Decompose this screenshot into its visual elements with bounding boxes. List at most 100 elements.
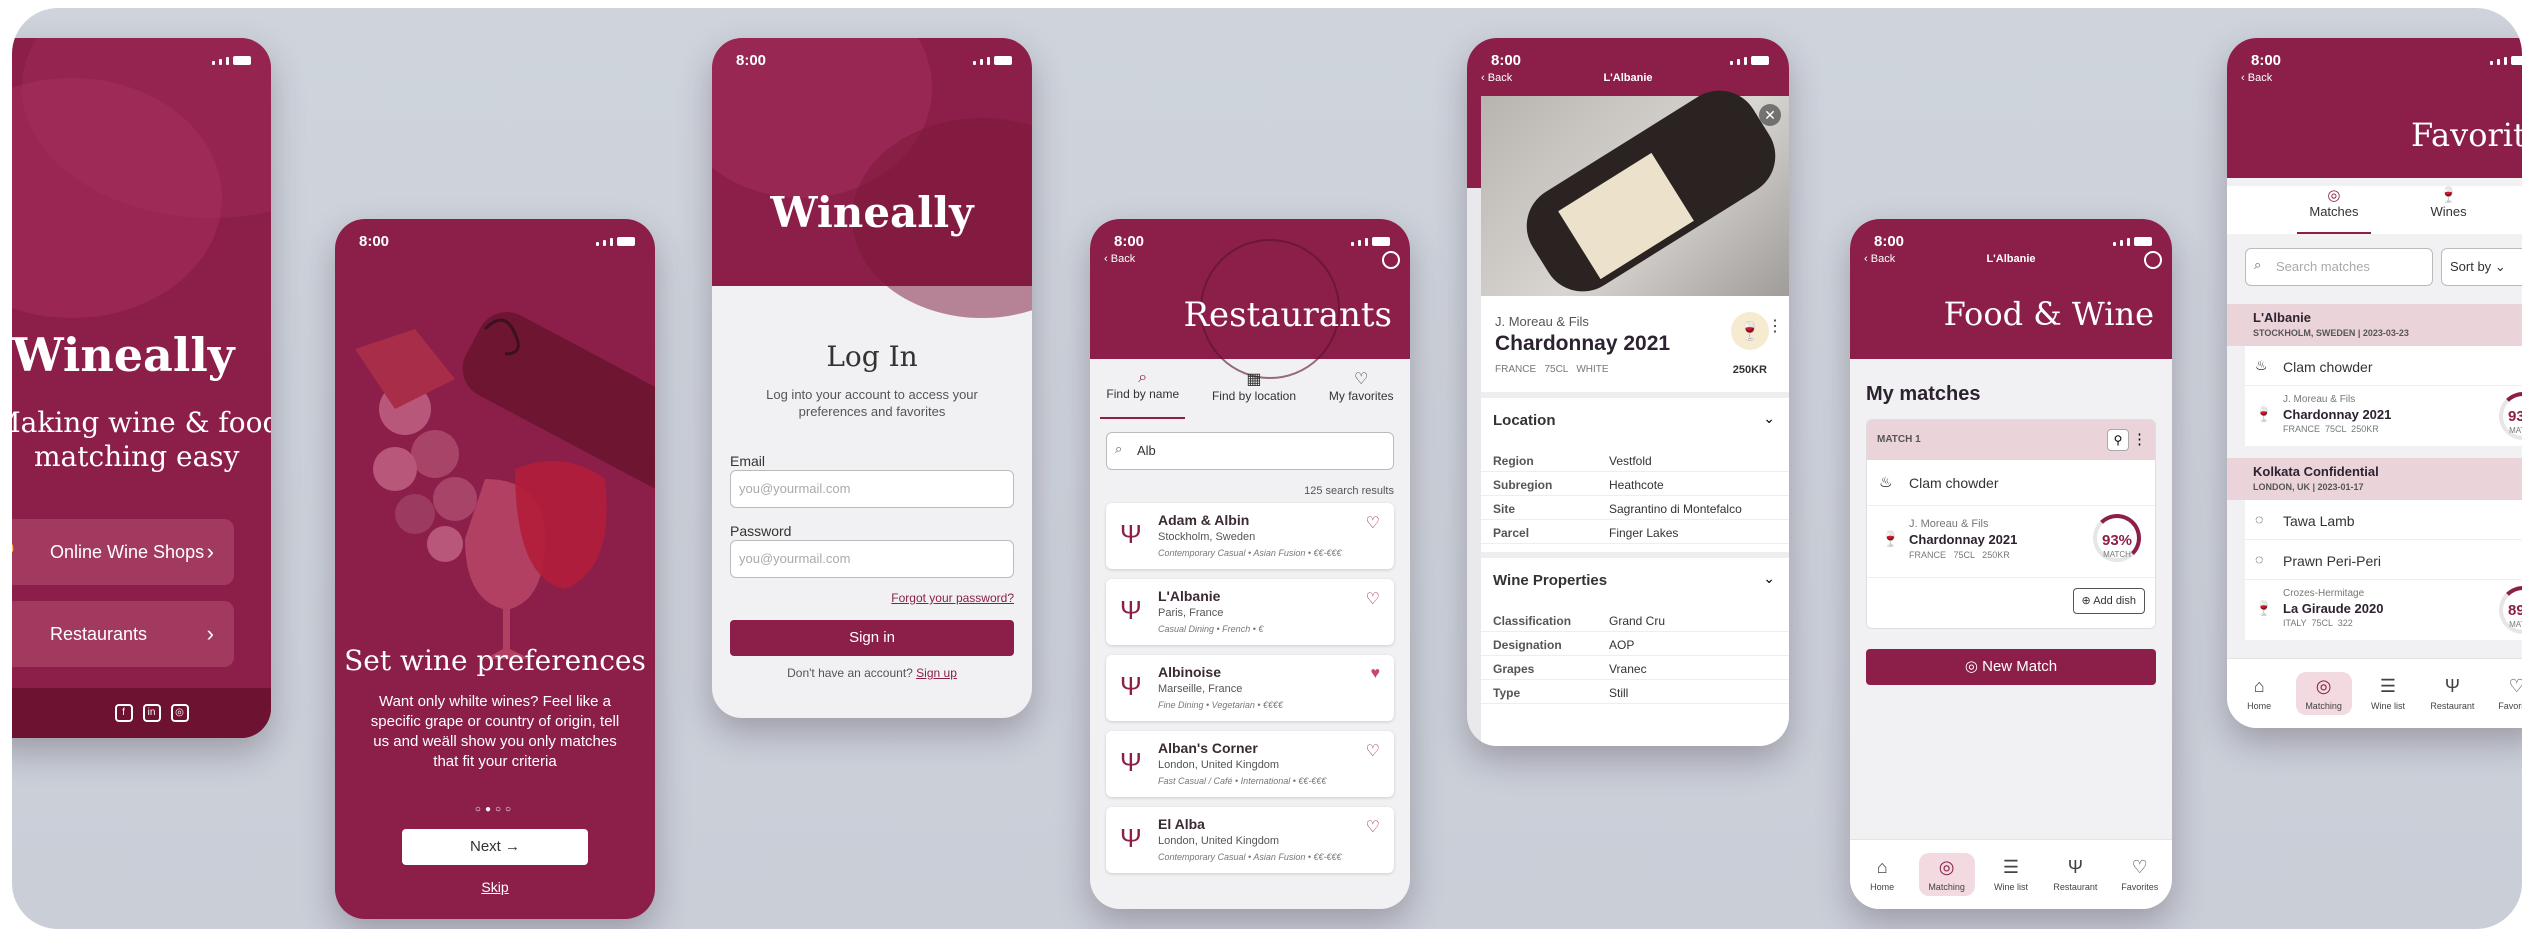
online-wine-shops-button[interactable]: 🧺 Online Wine Shops › xyxy=(12,519,234,585)
map-icon: ▦ xyxy=(1246,371,1262,388)
dish-name: Tawa Lamb xyxy=(2283,513,2355,529)
heart-outline-icon[interactable]: ♡ xyxy=(1366,817,1380,837)
back-button[interactable]: ‹ Back xyxy=(2241,72,2272,84)
new-match-button[interactable]: ◎ New Match xyxy=(1866,649,2156,685)
onboarding-title: Set wine preferences xyxy=(344,644,646,677)
row-key: Classification xyxy=(1493,614,1572,628)
tab-find-by-name[interactable]: ⌕ Find by name xyxy=(1100,369,1186,419)
row-key: Region xyxy=(1493,454,1534,468)
producer-name: Crozes-Hermitage xyxy=(2283,588,2365,599)
nav-home[interactable]: ⌂ Home xyxy=(2231,676,2287,711)
login-subtitle: Log into your account to access your pre… xyxy=(766,387,978,419)
restaurant-card[interactable]: Ψ Albinoise Marseille, France Fine Dining •… xyxy=(1106,655,1394,721)
restaurant-meta: Contemporary Casual • Asian Fusion • €€-… xyxy=(1158,852,1342,862)
heart-outline-icon[interactable]: ♡ xyxy=(1366,513,1380,533)
page-dot-active[interactable]: ● xyxy=(485,804,495,815)
heart-outline-icon[interactable]: ♡ xyxy=(1366,589,1380,609)
restaurant-card[interactable]: Ψ Adam & Albin Stockholm, Sweden Contempora… xyxy=(1106,503,1394,569)
wine-glass-icon: 🍷 xyxy=(2255,406,2273,422)
tab-find-by-location[interactable]: ▦ Find by location xyxy=(1206,369,1302,419)
wine-name: Chardonnay 2021 xyxy=(1495,332,1671,355)
next-button[interactable]: Next → xyxy=(402,829,588,865)
search-input[interactable]: ⌕ Search matches xyxy=(2245,248,2433,286)
back-label: Back xyxy=(1110,253,1136,265)
email-field[interactable]: you@yourmail.com xyxy=(730,470,1014,508)
tab-matches[interactable]: ◎ Matches xyxy=(2297,186,2371,234)
user-icon[interactable] xyxy=(2144,251,2162,269)
chevron-down-icon[interactable]: ⌄ xyxy=(1763,410,1775,427)
nav-wine-list[interactable]: ☰ Wine list xyxy=(2360,676,2416,711)
nav-label: Restaurant xyxy=(2430,701,2475,711)
arrow-right-icon: → xyxy=(505,838,520,855)
login-title: Log In xyxy=(826,340,918,373)
password-field[interactable]: you@yourmail.com xyxy=(730,540,1014,578)
heart-filled-icon[interactable]: ♥ xyxy=(1371,665,1381,683)
tab-wines[interactable]: 🍷 Wines xyxy=(2419,186,2479,234)
more-icon[interactable]: ⋮ xyxy=(2132,430,2147,448)
heart-outline-icon[interactable]: ♡ xyxy=(1366,741,1380,761)
nav-home[interactable]: ⌂ Home xyxy=(1854,857,1910,892)
restaurant-meta: Fast Casual / Café • International • €€-… xyxy=(1158,776,1327,786)
bottom-nav: ⌂ Home ◎ Matching ☰ Wine list Ψ Restaurant ♡… xyxy=(1850,839,2172,909)
restaurants-button[interactable]: 🍴 Restaurants › xyxy=(12,601,234,667)
match-percentage: 93%MATCH xyxy=(2093,533,2141,562)
restaurant-name: Alban's Corner xyxy=(1158,740,1258,756)
page-dot[interactable]: ○ xyxy=(475,804,485,815)
restaurant-name: El Alba xyxy=(1158,816,1205,832)
chevron-down-icon[interactable]: ⌄ xyxy=(1763,570,1775,587)
more-icon[interactable]: ⋮ xyxy=(1767,316,1783,336)
match-percentage: 89%MATCH xyxy=(2499,603,2522,632)
fork-knife-icon: Ψ xyxy=(1120,519,1142,549)
sort-select[interactable]: Sort by ⌄ xyxy=(2441,248,2522,286)
nav-label: Favorites xyxy=(2121,882,2159,892)
skip-link[interactable]: Skip xyxy=(335,879,655,895)
close-icon[interactable]: ✕ xyxy=(1759,104,1781,126)
match-word: MATCH xyxy=(2103,550,2131,559)
dish-icon: ◌ xyxy=(2255,511,2264,527)
nav-restaurant[interactable]: Ψ Restaurant xyxy=(2047,857,2103,892)
match-header: MATCH 1 ⚲ ⋮ xyxy=(1867,420,2155,460)
page-dot[interactable]: ○ xyxy=(495,804,505,815)
wine-specs: FRANCE 75CL 250KR xyxy=(2283,424,2379,434)
restaurant-icon: Ψ xyxy=(2444,676,2460,696)
sign-up-link[interactable]: Sign up xyxy=(916,666,957,680)
nav-restaurant[interactable]: Ψ Restaurant xyxy=(2424,676,2480,711)
search-input[interactable]: ⌕ Alb xyxy=(1106,432,1394,470)
heart-icon: ♡ xyxy=(2508,676,2522,696)
forgot-password-link[interactable]: Forgot your password? xyxy=(891,591,1014,605)
nav-label: Matching xyxy=(1928,882,1965,892)
user-icon[interactable] xyxy=(1382,251,1400,269)
group-name: L'Albanie xyxy=(2253,310,2311,325)
add-dish-label: Add dish xyxy=(2093,595,2136,607)
page-dot[interactable]: ○ xyxy=(505,804,515,815)
dish-name: Clam chowder xyxy=(1909,475,1999,491)
linkedin-icon[interactable]: in xyxy=(142,704,161,722)
basket-icon: 🧺 xyxy=(12,540,15,565)
sign-in-button[interactable]: Sign in xyxy=(730,620,1014,656)
heart-icon: ♡ xyxy=(2131,857,2148,877)
facebook-icon[interactable]: f xyxy=(114,704,133,722)
tab-label: Find by name xyxy=(1106,387,1180,401)
nav-matching[interactable]: ◎ Matching xyxy=(1918,853,1975,896)
nav-favorites[interactable]: ♡ Favorites xyxy=(2489,676,2522,711)
restaurants-title: Restaurants xyxy=(1183,295,1392,335)
add-dish-button[interactable]: ⊕ Add dish xyxy=(2072,588,2145,614)
restaurant-card[interactable]: Ψ El Alba London, United Kingdom Contempora… xyxy=(1106,807,1394,873)
restaurant-place: London, United Kingdom xyxy=(1158,835,1280,847)
tab-label: Wines xyxy=(2430,204,2467,219)
fork-knife-icon: Ψ xyxy=(1120,823,1142,853)
property-row: Designation AOP xyxy=(1481,632,1789,656)
restaurant-meta: Casual Dining • French • € xyxy=(1158,624,1264,634)
tab-my-favorites[interactable]: ♡ My favorites xyxy=(1323,369,1400,419)
match-word: MATCH xyxy=(2509,620,2522,629)
back-button[interactable]: ‹ Back xyxy=(1104,253,1135,265)
restaurant-card[interactable]: Ψ Alban's Corner London, United Kingdom Fas… xyxy=(1106,731,1394,797)
edit-match-icon[interactable]: ⚲ xyxy=(2107,429,2129,451)
status-time: 8:00 xyxy=(2251,52,2282,69)
header-title: L'Albanie xyxy=(1603,72,1653,84)
nav-wine-list[interactable]: ☰ Wine list xyxy=(1983,857,2039,892)
nav-favorites[interactable]: ♡ Favorites xyxy=(2112,857,2168,892)
nav-matching[interactable]: ◎ Matching xyxy=(2295,672,2352,715)
instagram-icon[interactable]: ◎ xyxy=(170,704,189,722)
restaurant-card[interactable]: Ψ L'Albanie Paris, France Casual Dining • F… xyxy=(1106,579,1394,645)
